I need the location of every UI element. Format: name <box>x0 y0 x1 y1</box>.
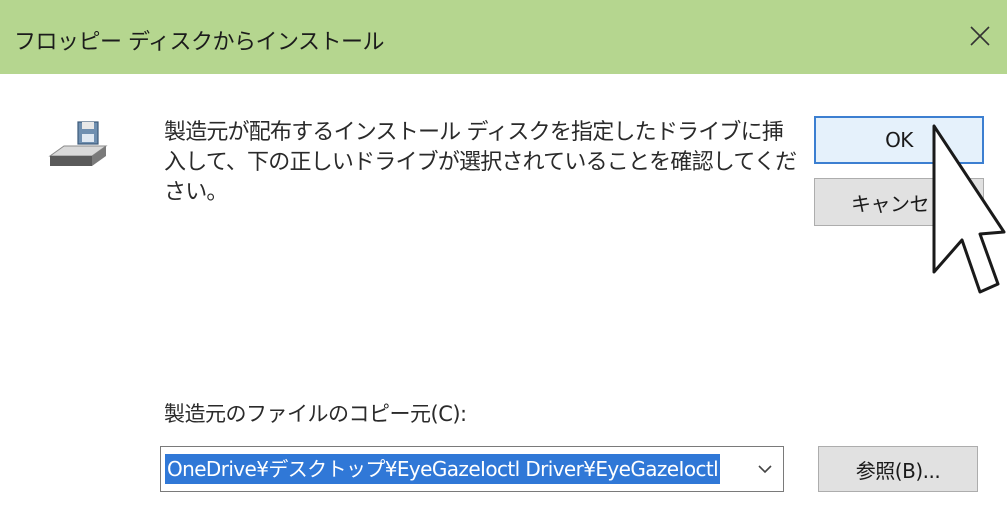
close-button[interactable] <box>958 14 1002 58</box>
copy-from-combobox[interactable]: OneDrive¥デスクトップ¥EyeGazeIoctl Driver¥EyeG… <box>160 446 784 492</box>
close-icon <box>970 26 990 46</box>
browse-button[interactable]: 参照(B)... <box>818 446 978 492</box>
title-bar: フロッピー ディスクからインストール <box>0 0 1007 74</box>
mouse-pointer-icon <box>932 124 1006 294</box>
window-title: フロッピー ディスクからインストール <box>14 30 385 55</box>
floppy-drive-icon <box>48 121 108 166</box>
instruction-message: 製造元が配布するインストール ディスクを指定したドライブに挿入して、下の正しいド… <box>164 120 797 205</box>
copy-from-path-input[interactable]: OneDrive¥デスクトップ¥EyeGazeIoctl Driver¥EyeG… <box>165 454 721 484</box>
copy-from-label: 製造元のファイルのコピー元(C): <box>164 402 467 426</box>
chevron-down-icon[interactable] <box>755 459 775 479</box>
